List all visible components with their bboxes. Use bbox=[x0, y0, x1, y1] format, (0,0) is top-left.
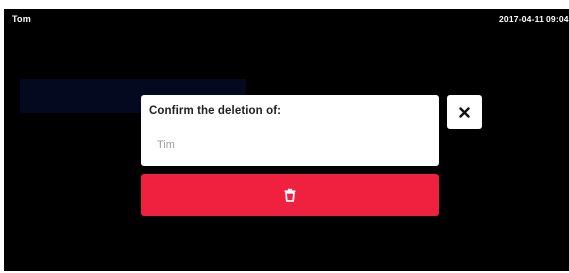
status-date: 2017-04-11 bbox=[499, 14, 545, 24]
page: Tom 2017-04-11 09:04 Confirm the deletio… bbox=[0, 0, 569, 273]
item-name-to-delete: Tim bbox=[157, 139, 175, 151]
status-bar: Tom 2017-04-11 09:04 bbox=[4, 9, 569, 29]
current-user-name: Tom bbox=[12, 14, 31, 24]
close-icon bbox=[459, 106, 470, 118]
close-button[interactable] bbox=[447, 95, 482, 129]
dialog-title: Confirm the deletion of: bbox=[149, 105, 282, 117]
trash-icon bbox=[284, 188, 296, 202]
confirm-delete-card: Confirm the deletion of: Tim bbox=[141, 95, 439, 166]
device-screen: Tom 2017-04-11 09:04 Confirm the deletio… bbox=[4, 9, 569, 271]
status-time: 09:04 bbox=[546, 14, 569, 24]
delete-button[interactable] bbox=[141, 174, 439, 216]
